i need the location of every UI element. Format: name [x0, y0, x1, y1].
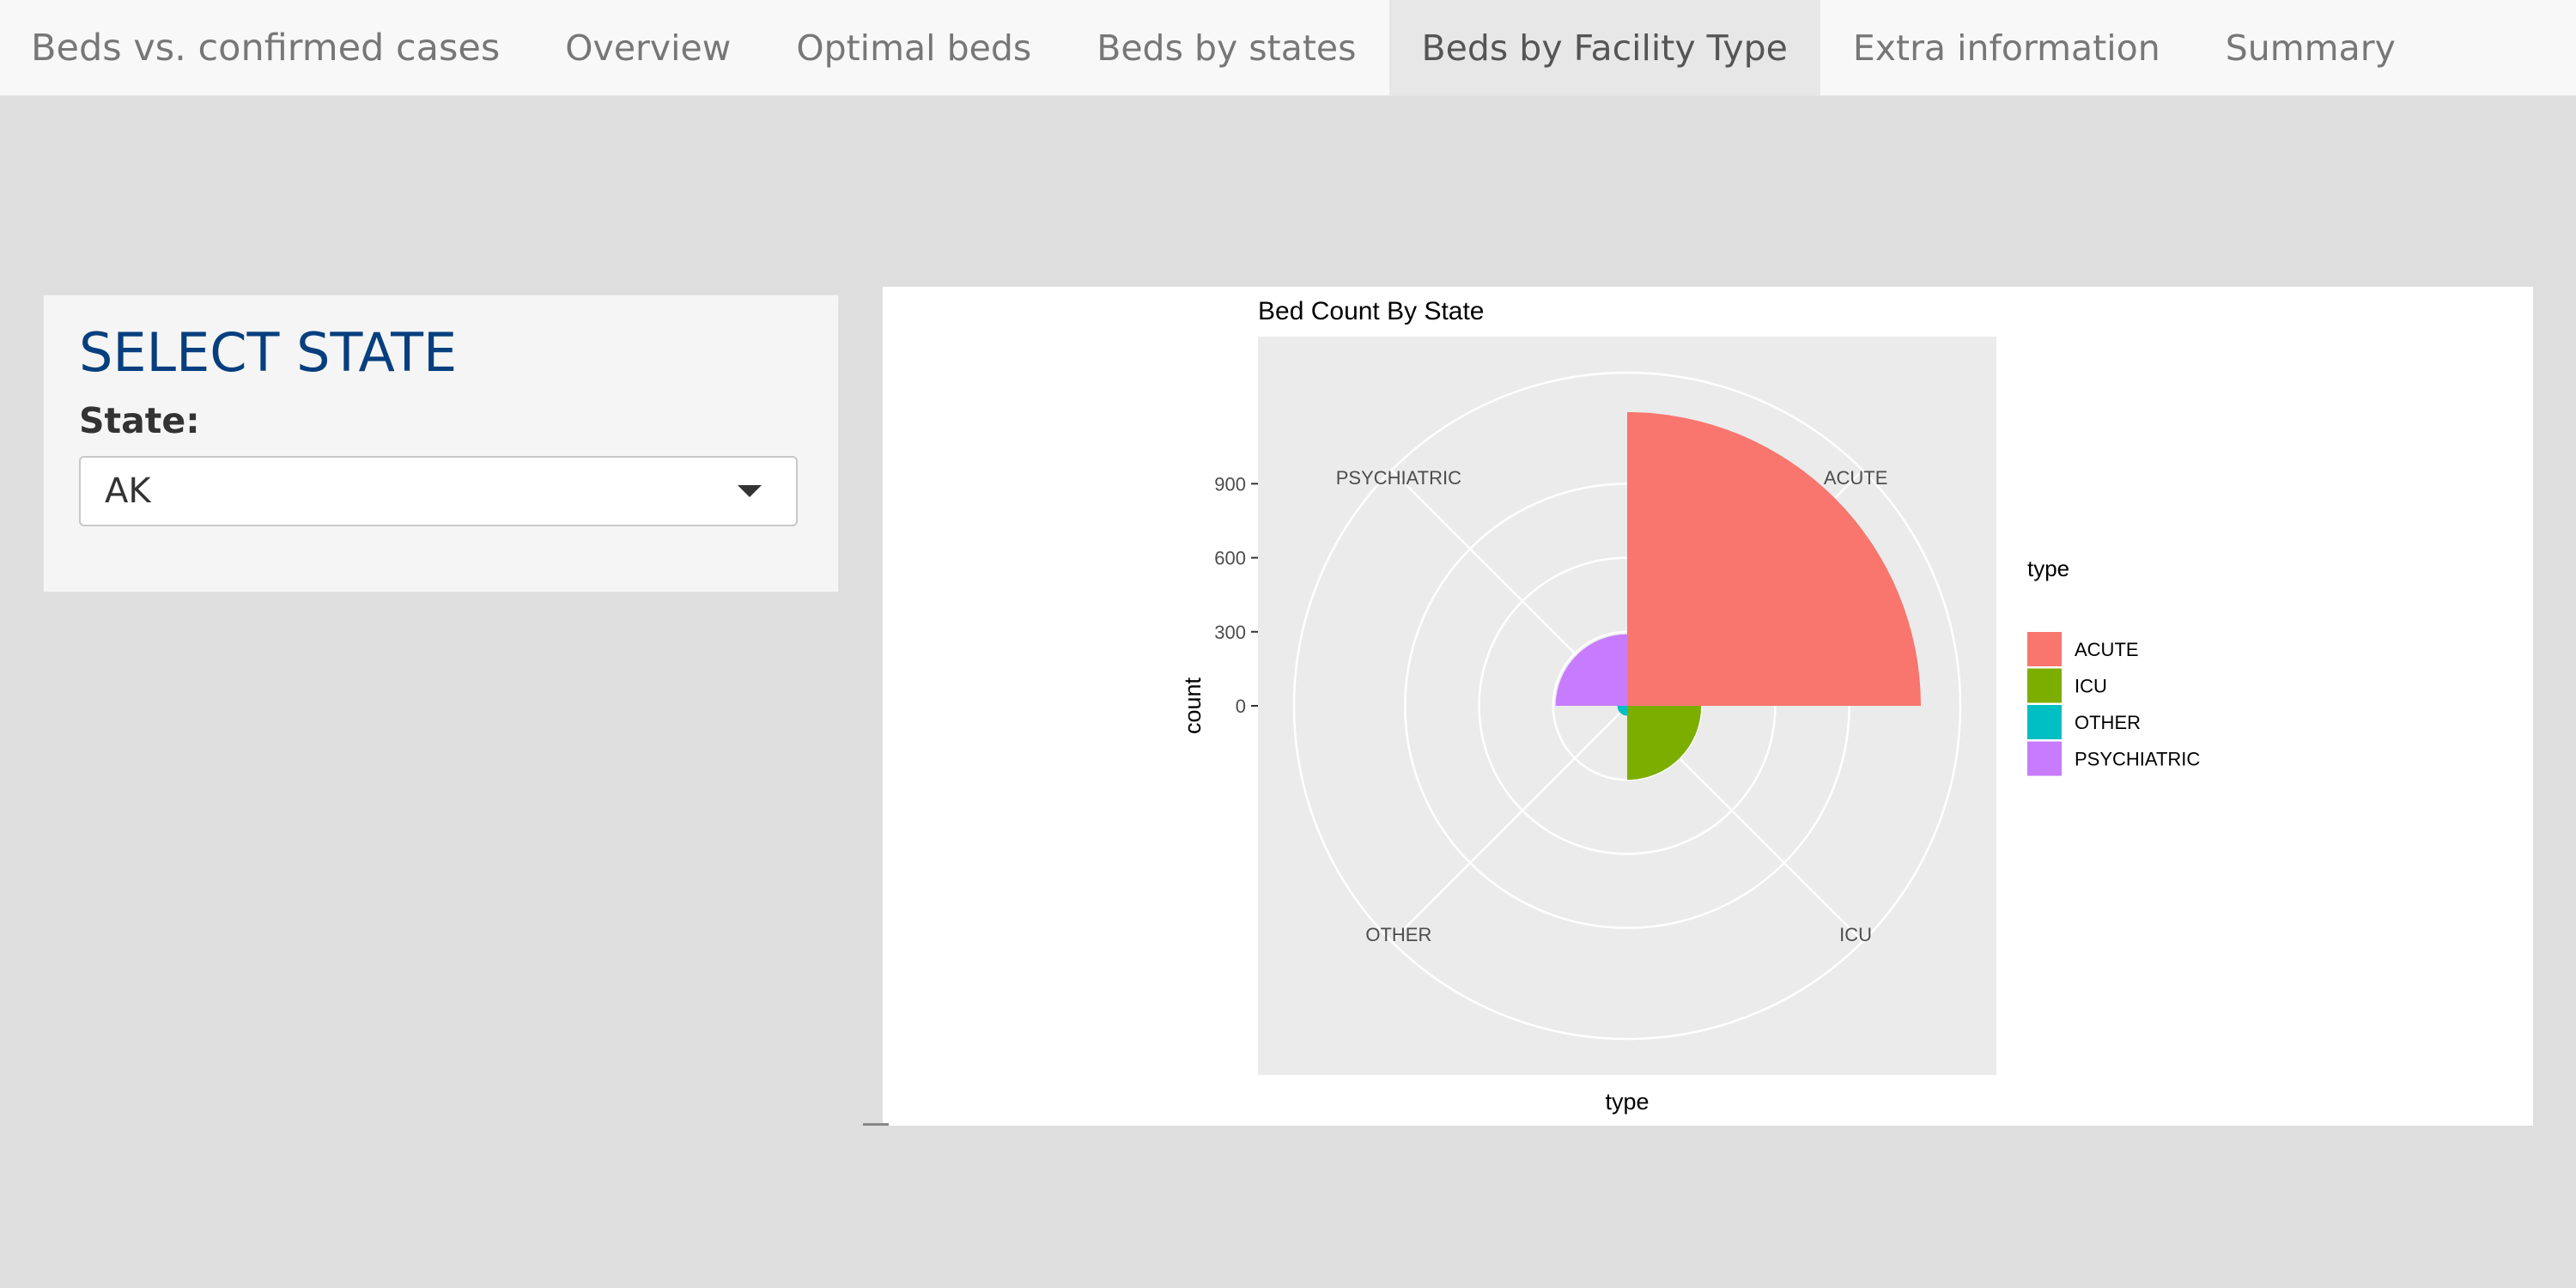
- legend-title: type: [2027, 556, 2069, 581]
- x-axis-title: type: [1605, 1089, 1649, 1115]
- sidebar-panel: SELECT STATE State: AK: [43, 295, 839, 592]
- legend-key-icu: [2027, 668, 2062, 703]
- legend-label-acute: ACUTE: [2075, 639, 2139, 660]
- y-tick-label: 900: [1214, 473, 1246, 495]
- state-select-value: AK: [105, 471, 151, 511]
- tab-overview[interactable]: Overview: [532, 0, 763, 95]
- tab-extra-information[interactable]: Extra information: [1820, 0, 2193, 95]
- state-select[interactable]: AK: [79, 456, 798, 526]
- tab-beds-by-states[interactable]: Beds by states: [1064, 0, 1388, 95]
- category-label-other: OTHER: [1365, 924, 1431, 945]
- tab-beds-by-facility-type[interactable]: Beds by Facility Type: [1388, 0, 1820, 95]
- category-label-icu: ICU: [1839, 924, 1872, 945]
- category-label-psychiatric: PSYCHIATRIC: [1336, 467, 1461, 489]
- state-label: State:: [79, 400, 200, 441]
- polar-bar-chart: Bed Count By State ACUTE ICU OTHER PSYCHIATR…: [1180, 297, 2200, 1115]
- legend-key-acute: [2027, 632, 2062, 666]
- navbar: Beds vs. confirmed cases Overview Optima…: [0, 0, 2576, 96]
- y-tick-label: 600: [1214, 548, 1246, 569]
- legend-label-psychiatric: PSYCHIATRIC: [2075, 749, 2200, 770]
- tab-optimal-beds[interactable]: Optimal beds: [763, 0, 1064, 95]
- plot-underline: [863, 1123, 889, 1126]
- legend-key-other: [2027, 705, 2062, 739]
- y-tick-label: 0: [1236, 696, 1246, 717]
- navbar-brand[interactable]: Beds vs. confirmed cases: [0, 0, 532, 95]
- category-label-acute: ACUTE: [1824, 467, 1888, 489]
- legend-label-icu: ICU: [2075, 676, 2107, 697]
- legend-label-other: OTHER: [2075, 712, 2141, 733]
- y-tick-label: 300: [1214, 622, 1246, 643]
- y-axis-title: count: [1180, 677, 1206, 734]
- sidebar-title: SELECT STATE: [79, 321, 458, 384]
- chevron-down-icon: [738, 485, 762, 497]
- nav-tabs: Overview Optimal beds Beds by states Bed…: [532, 0, 2428, 95]
- plot-panel: Bed Count By State ACUTE ICU OTHER PSYCHIATR…: [883, 287, 2533, 1126]
- tab-summary[interactable]: Summary: [2193, 0, 2428, 95]
- chart-title: Bed Count By State: [1258, 297, 1485, 325]
- legend-key-psychiatric: [2027, 741, 2062, 776]
